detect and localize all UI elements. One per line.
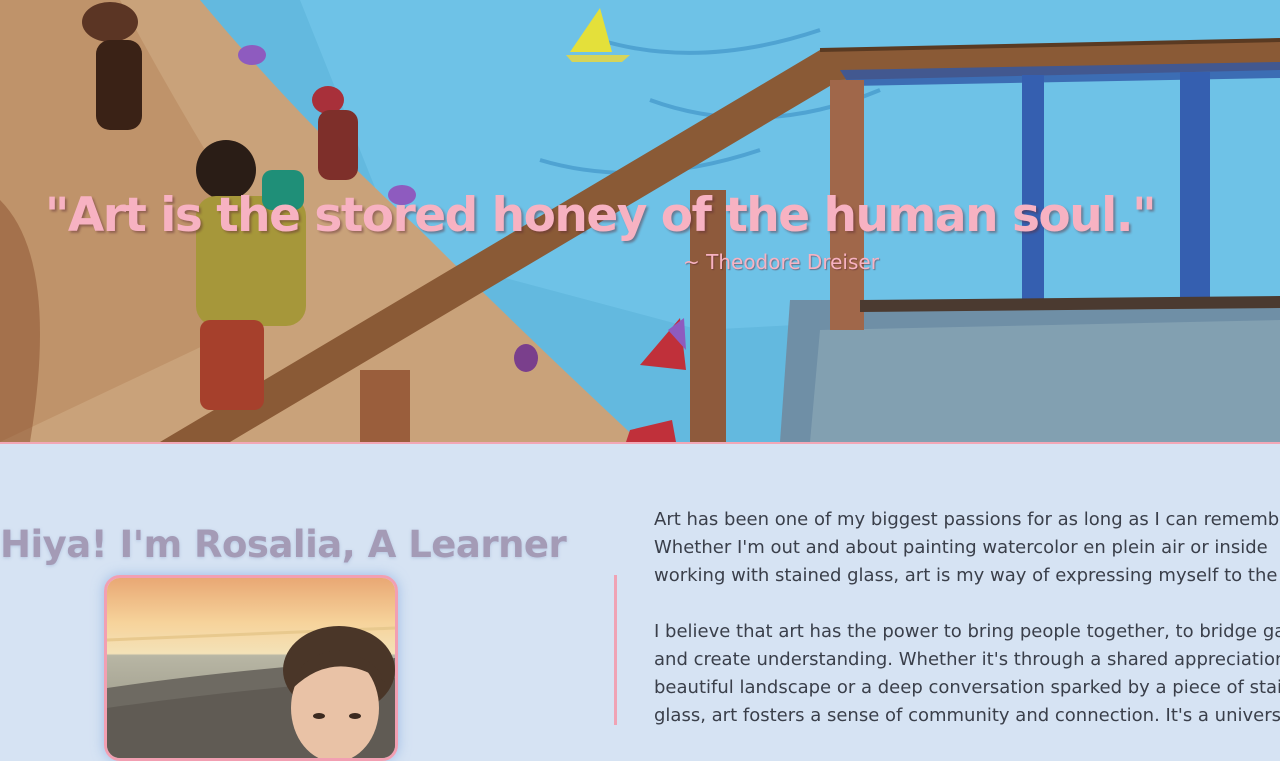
quote-attribution: ~ Theodore Dreiser	[683, 250, 879, 274]
profile-photo	[104, 575, 398, 761]
profile-photo-image	[107, 578, 395, 758]
bio-line: Art has been one of my biggest passions …	[654, 509, 1280, 530]
bio-line: glass, art fosters a sense of community …	[654, 705, 1280, 726]
bio-text: Art has been one of my biggest passions …	[654, 506, 1280, 758]
hero-quote: "Art is the stored honey of the human so…	[44, 188, 1157, 243]
bio-line: I believe that art has the power to brin…	[654, 621, 1280, 642]
bio-line: and create understanding. Whether it's t…	[654, 649, 1280, 670]
section-divider	[614, 575, 617, 725]
bio-line: Whether I'm out and about painting water…	[654, 537, 1268, 558]
bio-line: working with stained glass, art is my wa…	[654, 565, 1278, 586]
bio-line: beautiful landscape or a deep conversati…	[654, 677, 1280, 698]
about-heading: Hiya! I'm Rosalia, A Learner	[0, 522, 567, 566]
bio-paragraph-2: I believe that art has the power to brin…	[654, 618, 1280, 730]
hero-banner: "Art is the stored honey of the human so…	[0, 0, 1280, 444]
bio-paragraph-1: Art has been one of my biggest passions …	[654, 506, 1280, 590]
